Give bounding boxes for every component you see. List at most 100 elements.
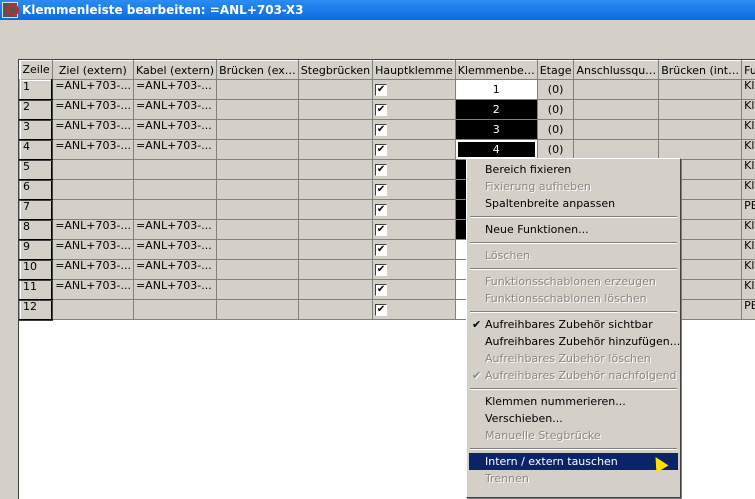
ziel-cell[interactable]: [51, 159, 134, 180]
bruecken-ext-cell[interactable]: [216, 79, 299, 100]
stegbruecken-cell[interactable]: [297, 79, 374, 100]
ziel-cell[interactable]: =ANL+703-...: [51, 279, 134, 300]
hauptklemme-checkbox[interactable]: ✔: [375, 304, 388, 316]
funktion-cell[interactable]: Klemm: [741, 159, 755, 180]
hauptklemme-checkbox[interactable]: ✔: [375, 164, 388, 176]
menu-item[interactable]: Löschen: [469, 247, 678, 264]
bruecken-ext-cell[interactable]: [216, 159, 299, 180]
etage-cell[interactable]: (0): [536, 79, 575, 100]
hauptklemme-checkbox[interactable]: ✔: [375, 204, 388, 216]
kabel-cell[interactable]: =ANL+703-...: [132, 79, 218, 100]
menu-item[interactable]: ✔ Aufreihbares Zubehör nachfolgend: [469, 367, 678, 384]
menu-item[interactable]: Funktionsschablonen löschen: [469, 290, 678, 307]
anschluss-cell[interactable]: [573, 79, 660, 100]
bruecken-ext-cell[interactable]: [216, 299, 299, 320]
hauptklemme-cell[interactable]: ✔: [372, 119, 456, 140]
hauptklemme-cell[interactable]: ✔: [372, 239, 456, 260]
row-number[interactable]: 2: [19, 98, 54, 121]
bruecken-int-cell[interactable]: [658, 79, 743, 100]
kabel-cell[interactable]: =ANL+703-...: [132, 219, 218, 240]
funktion-cell[interactable]: Klemm: [741, 219, 755, 240]
ziel-cell[interactable]: [51, 299, 134, 320]
hauptklemme-checkbox[interactable]: ✔: [375, 244, 388, 256]
table-row[interactable]: 2=ANL+703-...=ANL+703-...✔2(0)Klemm: [19, 98, 755, 121]
bruecken-ext-cell[interactable]: [216, 219, 299, 240]
anschluss-cell[interactable]: [573, 139, 660, 160]
ziel-cell[interactable]: =ANL+703-...: [51, 79, 134, 100]
menu-item[interactable]: ✔ Aufreihbares Zubehör sichtbar: [469, 316, 678, 333]
anschluss-cell[interactable]: [573, 119, 660, 140]
menu-item[interactable]: Intern / extern tauschen: [469, 453, 678, 470]
hauptklemme-checkbox[interactable]: ✔: [375, 144, 388, 156]
table-row[interactable]: 1=ANL+703-...=ANL+703-...✔1(0)Klemm: [19, 78, 755, 101]
hauptklemme-checkbox[interactable]: ✔: [375, 264, 388, 276]
ziel-cell[interactable]: [51, 179, 134, 200]
funktion-cell[interactable]: PE-Kle: [741, 299, 755, 320]
klemme-cell[interactable]: 2: [454, 99, 538, 120]
bruecken-ext-cell[interactable]: [216, 279, 299, 300]
stegbruecken-cell[interactable]: [297, 159, 374, 180]
stegbruecken-cell[interactable]: [297, 279, 374, 300]
row-number[interactable]: 7: [19, 198, 54, 221]
row-number[interactable]: 3: [19, 118, 54, 141]
stegbruecken-cell[interactable]: [297, 179, 374, 200]
kabel-cell[interactable]: =ANL+703-...: [132, 99, 218, 120]
bruecken-ext-cell[interactable]: [216, 179, 299, 200]
kabel-cell[interactable]: =ANL+703-...: [132, 279, 218, 300]
funktion-cell[interactable]: Klemm: [741, 99, 755, 120]
ziel-cell[interactable]: =ANL+703-...: [51, 219, 134, 240]
stegbruecken-cell[interactable]: [297, 99, 374, 120]
column-header[interactable]: Stegbrücken: [297, 60, 374, 80]
row-number[interactable]: 8: [19, 218, 54, 241]
stegbruecken-cell[interactable]: [297, 219, 374, 240]
kabel-cell[interactable]: =ANL+703-...: [132, 259, 218, 280]
menu-item[interactable]: Aufreihbares Zubehör hinzufügen...: [469, 333, 680, 350]
funktion-cell[interactable]: PE-Kle: [741, 199, 755, 220]
column-header[interactable]: Hauptklemme: [372, 60, 456, 80]
bruecken-int-cell[interactable]: [658, 99, 743, 120]
klemme-cell[interactable]: 4: [454, 139, 538, 160]
hauptklemme-checkbox[interactable]: ✔: [375, 84, 388, 96]
stegbruecken-cell[interactable]: [297, 239, 374, 260]
funktion-cell[interactable]: Klemm: [741, 279, 755, 300]
row-number[interactable]: 6: [19, 178, 54, 201]
funktion-cell[interactable]: Klemm: [741, 79, 755, 100]
menu-item[interactable]: Bereich fixieren: [469, 161, 678, 178]
column-header[interactable]: Brücken (int…: [658, 60, 743, 80]
bruecken-ext-cell[interactable]: [216, 259, 299, 280]
menu-item[interactable]: Funktionsschablonen erzeugen: [469, 273, 678, 290]
column-header[interactable]: Funktio: [741, 60, 755, 80]
kabel-cell[interactable]: [132, 179, 218, 200]
ziel-cell[interactable]: [51, 199, 134, 220]
funktion-cell[interactable]: Klemm: [741, 139, 755, 160]
funktion-cell[interactable]: Klemm: [741, 239, 755, 260]
menu-item[interactable]: Verschieben...: [469, 410, 678, 427]
column-header[interactable]: Kabel (extern): [132, 60, 218, 80]
kabel-cell[interactable]: [132, 199, 218, 220]
hauptklemme-cell[interactable]: ✔: [372, 259, 456, 280]
row-number[interactable]: 5: [19, 158, 54, 181]
menu-item[interactable]: Trennen: [469, 470, 678, 487]
hauptklemme-cell[interactable]: ✔: [372, 99, 456, 120]
kabel-cell[interactable]: =ANL+703-...: [132, 119, 218, 140]
menu-item[interactable]: Neue Funktionen...: [469, 221, 678, 238]
menu-item[interactable]: Spaltenbreite anpassen: [469, 195, 678, 212]
funktion-cell[interactable]: Klemm: [741, 259, 755, 280]
ziel-cell[interactable]: =ANL+703-...: [51, 259, 134, 280]
stegbruecken-cell[interactable]: [297, 119, 374, 140]
hauptklemme-cell[interactable]: ✔: [372, 199, 456, 220]
stegbruecken-cell[interactable]: [297, 299, 374, 320]
menu-item[interactable]: Aufreihbares Zubehör löschen: [469, 350, 678, 367]
column-header[interactable]: Anschlussqu…: [573, 60, 660, 80]
hauptklemme-cell[interactable]: ✔: [372, 139, 456, 160]
hauptklemme-checkbox[interactable]: ✔: [375, 104, 388, 116]
hauptklemme-cell[interactable]: ✔: [372, 179, 456, 200]
etage-cell[interactable]: (0): [536, 139, 575, 160]
kabel-cell[interactable]: =ANL+703-...: [132, 139, 218, 160]
table-row[interactable]: 4=ANL+703-...=ANL+703-...✔4(0)Klemm: [19, 138, 755, 161]
bruecken-ext-cell[interactable]: [216, 199, 299, 220]
kabel-cell[interactable]: [132, 159, 218, 180]
bruecken-ext-cell[interactable]: [216, 139, 299, 160]
row-number[interactable]: 4: [19, 138, 54, 161]
hauptklemme-cell[interactable]: ✔: [372, 299, 456, 320]
